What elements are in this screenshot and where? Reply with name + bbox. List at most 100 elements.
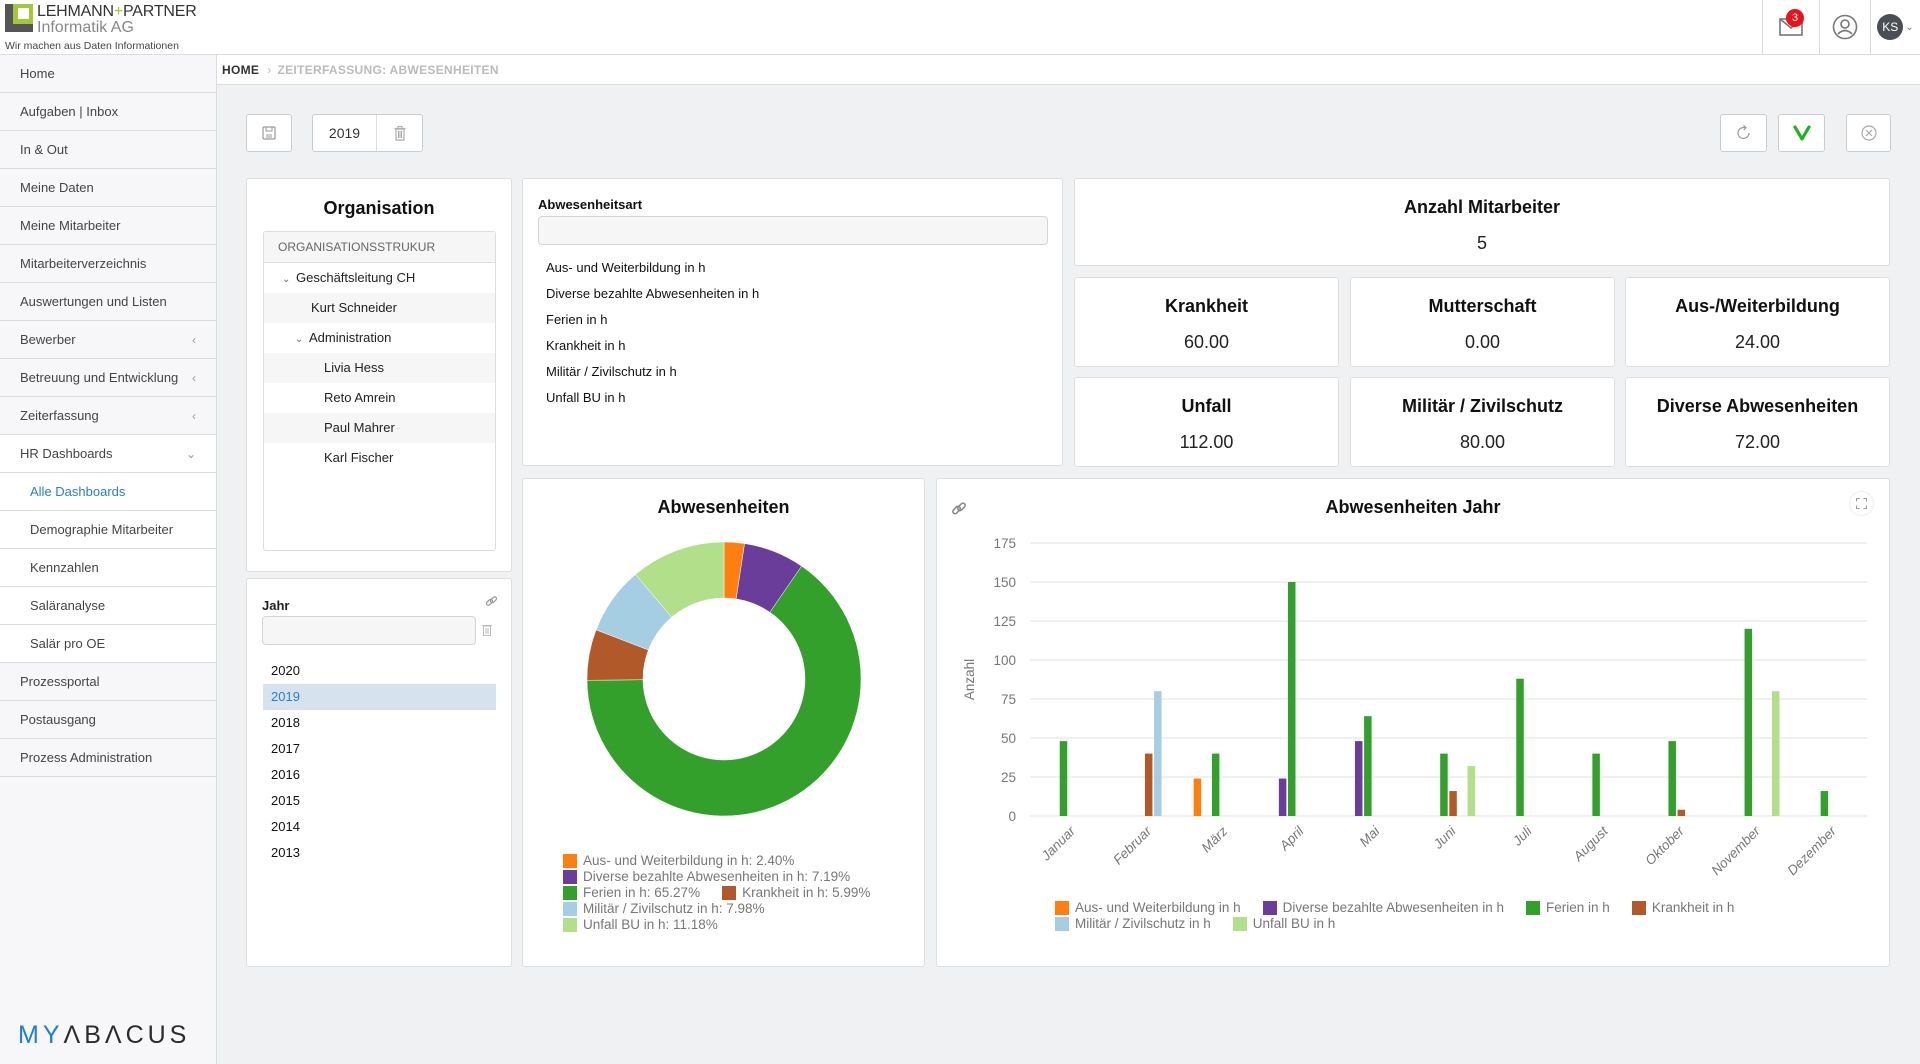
donut-legend: Aus- und Weiterbildung in h: 2.40% Diver… <box>563 853 892 933</box>
bar[interactable] <box>1278 778 1287 816</box>
year-option[interactable]: 2013 <box>263 840 496 866</box>
legend-item[interactable]: Aus- und Weiterbildung in h: 2.40% <box>563 853 794 869</box>
legend-item[interactable]: Militär / Zivilschutz in h: 7.98% <box>563 901 765 917</box>
bar[interactable] <box>1288 582 1296 816</box>
refresh-button[interactable] <box>1720 114 1767 152</box>
sidebar-item[interactable]: Prozess Administration <box>0 739 216 777</box>
bar[interactable] <box>1354 741 1363 816</box>
sidebar-item[interactable]: Kennzahlen <box>0 549 216 587</box>
legend-item[interactable]: Ferien in h <box>1526 900 1610 916</box>
close-button[interactable] <box>1846 114 1891 152</box>
sidebar-item[interactable]: Prozessportal <box>0 663 216 701</box>
sidebar-item[interactable]: Postausgang <box>0 701 216 739</box>
confirm-button[interactable] <box>1778 114 1825 152</box>
sidebar-item[interactable]: Mitarbeiterverzeichnis <box>0 245 216 283</box>
year-option[interactable]: 2019 <box>263 684 496 710</box>
sidebar-item[interactable]: Home <box>0 55 216 93</box>
absence-type-option[interactable]: Krankheit in h <box>546 333 759 359</box>
tree-node[interactable]: Livia Hess <box>264 353 495 383</box>
company-logo[interactable]: LEHMANN+PARTNER Informatik AG Wir machen… <box>5 2 215 52</box>
kpi-title: Mutterschaft <box>1428 296 1537 316</box>
chevron-down-icon[interactable]: ⌄ <box>295 325 309 355</box>
bar[interactable] <box>1592 753 1600 816</box>
kpi-title: Krankheit <box>1164 296 1249 316</box>
chevron-down-icon[interactable]: ⌄ <box>282 265 296 295</box>
legend-item[interactable]: Ferien in h: 65.27% <box>563 885 700 901</box>
sidebar-item[interactable]: Meine Mitarbeiter <box>0 207 216 245</box>
trash-icon[interactable] <box>482 623 492 641</box>
absence-type-option[interactable]: Militär / Zivilschutz in h <box>546 359 759 385</box>
sidebar-item[interactable]: Aufgaben | Inbox <box>0 93 216 131</box>
year-option[interactable]: 2016 <box>263 762 496 788</box>
year-option[interactable]: 2018 <box>263 710 496 736</box>
legend-item[interactable]: Unfall BU in h <box>1232 916 1335 932</box>
clear-year-button[interactable] <box>377 115 422 151</box>
year-option[interactable]: 2017 <box>263 736 496 762</box>
absence-type-option[interactable]: Aus- und Weiterbildung in h <box>546 255 759 281</box>
tree-node[interactable]: ⌄ Administration <box>264 323 495 353</box>
sidebar-item[interactable]: HR Dashboards ⌄ <box>0 435 216 473</box>
account-menu-button[interactable]: KS ⌄ <box>1870 0 1920 54</box>
bar[interactable] <box>1211 753 1220 816</box>
inbox-button[interactable]: 3 <box>1762 0 1819 54</box>
x-tick-label: Oktober <box>1642 823 1687 868</box>
year-option[interactable]: 2014 <box>263 814 496 840</box>
sidebar-item[interactable]: Alle Dashboards <box>0 473 216 511</box>
user-profile-button[interactable] <box>1819 0 1870 54</box>
tree-node[interactable]: Kurt Schneider <box>264 293 495 323</box>
bar[interactable] <box>1364 716 1372 816</box>
absence-type-option[interactable]: Ferien in h <box>546 307 759 333</box>
bar[interactable] <box>1144 753 1153 816</box>
bar[interactable] <box>1440 753 1448 816</box>
link-icon[interactable] <box>951 501 967 522</box>
bar[interactable] <box>1516 678 1524 816</box>
legend-item[interactable]: Unfall BU in h: 11.18% <box>563 917 718 933</box>
sidebar-item[interactable]: Saläranalyse <box>0 587 216 625</box>
bar[interactable] <box>1193 778 1202 816</box>
link-icon[interactable] <box>485 595 498 613</box>
logo-tagline: Wir machen aus Daten Informationen <box>5 40 179 52</box>
bar[interactable] <box>1771 691 1780 816</box>
breadcrumb-home[interactable]: HOME <box>222 63 259 77</box>
sidebar-item[interactable]: In & Out <box>0 131 216 169</box>
absence-type-option[interactable]: Diverse bezahlte Abwesenheiten in h <box>546 281 759 307</box>
legend-item[interactable]: Aus- und Weiterbildung in h <box>1055 900 1241 916</box>
tree-node[interactable]: ⌄ Geschäftsleitung CH <box>264 263 495 293</box>
sidebar-item[interactable]: Bewerber ‹ <box>0 321 216 359</box>
bar[interactable] <box>1677 809 1686 816</box>
bar[interactable] <box>1449 791 1457 816</box>
legend-item[interactable]: Krankheit in h: 5.99% <box>722 885 870 901</box>
sidebar-item[interactable]: Betreuung und Entwicklung ‹ <box>0 359 216 397</box>
year-filter-input[interactable] <box>262 616 476 645</box>
legend-item[interactable]: Diverse bezahlte Abwesenheiten in h: 7.1… <box>563 869 850 885</box>
legend-item[interactable]: Krankheit in h <box>1631 900 1734 916</box>
bar[interactable] <box>1154 691 1162 816</box>
kpi-tile: Krankheit 60.00 <box>1074 277 1339 367</box>
year-value[interactable]: 2019 <box>313 115 377 151</box>
tree-node[interactable]: Paul Mahrer <box>264 413 495 443</box>
tree-node[interactable]: Reto Amrein <box>264 383 495 413</box>
save-button[interactable] <box>246 114 292 152</box>
legend-item[interactable]: Diverse bezahlte Abwesenheiten in h <box>1262 900 1504 916</box>
bar[interactable] <box>1467 766 1476 816</box>
kpi-value: 24.00 <box>1734 332 1781 352</box>
expand-icon[interactable] <box>1849 491 1874 516</box>
bar[interactable] <box>1744 628 1753 816</box>
absence-type-option[interactable]: Unfall BU in h <box>546 385 759 411</box>
bar[interactable] <box>1059 741 1068 816</box>
year-option[interactable]: 2020 <box>263 658 496 684</box>
chevron-left-icon: ‹ <box>192 332 196 347</box>
sidebar-item[interactable]: Salär pro OE <box>0 625 216 663</box>
sidebar-item[interactable]: Demographie Mitarbeiter <box>0 511 216 549</box>
y-tick-label: 175 <box>993 536 1016 551</box>
tree-node[interactable]: Karl Fischer <box>264 443 495 473</box>
sidebar-item[interactable]: Meine Daten <box>0 169 216 207</box>
year-option[interactable]: 2015 <box>263 788 496 814</box>
bar[interactable] <box>1668 741 1676 816</box>
sidebar-item[interactable]: Zeiterfassung ‹ <box>0 397 216 435</box>
legend-item[interactable]: Militär / Zivilschutz in h <box>1055 916 1211 932</box>
year-selector[interactable]: 2019 <box>312 114 423 152</box>
bar[interactable] <box>1820 791 1829 816</box>
absence-type-input[interactable] <box>538 216 1048 245</box>
sidebar-item[interactable]: Auswertungen und Listen <box>0 283 216 321</box>
